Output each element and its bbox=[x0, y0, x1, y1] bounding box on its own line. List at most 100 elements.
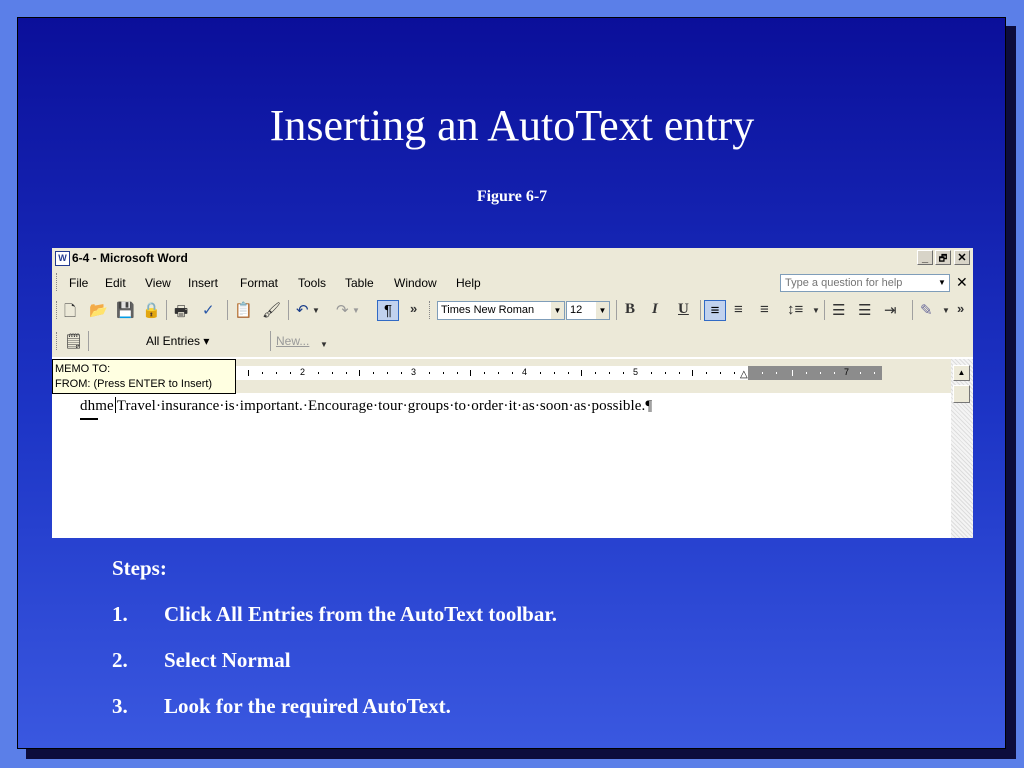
ruler-dot bbox=[623, 372, 624, 374]
autotext-toolbar: 🗒 All Entries ▾ New... ▼ bbox=[52, 326, 973, 357]
horizontal-ruler[interactable]: 2 3 4 5 7 bbox=[236, 366, 882, 380]
toolbar-grip[interactable] bbox=[429, 301, 433, 319]
ruler-dot bbox=[860, 372, 861, 374]
line-spacing-icon[interactable]: ↕≡ bbox=[787, 301, 803, 318]
ruler-dot bbox=[806, 372, 807, 374]
chevron-down-icon[interactable]: ▼ bbox=[935, 275, 949, 291]
justify-icon[interactable]: ≡ bbox=[760, 301, 769, 318]
ruler-dot bbox=[820, 372, 821, 374]
ruler-dot bbox=[609, 372, 610, 374]
separator bbox=[912, 300, 913, 320]
ruler-dot bbox=[457, 372, 458, 374]
all-entries-button[interactable]: All Entries ▾ bbox=[146, 334, 209, 348]
undo-icon[interactable]: ↶ bbox=[296, 301, 309, 319]
close-document-button[interactable]: ✕ bbox=[956, 274, 968, 291]
menu-bar: File Edit View Insert Format Tools Table… bbox=[52, 269, 973, 295]
new-document-icon[interactable]: 🗋 bbox=[64, 301, 76, 326]
toolbar-grip[interactable] bbox=[56, 332, 60, 350]
vertical-scrollbar[interactable]: ▲ bbox=[951, 359, 973, 538]
menu-table[interactable]: Table bbox=[345, 276, 374, 290]
ruler-dot bbox=[595, 372, 596, 374]
word-window: W 6-4 - Microsoft Word _ 🗗 ✕ File Edit V… bbox=[52, 248, 973, 538]
document-area[interactable]: dhme Travel·insurance·is·important.·Encou… bbox=[52, 394, 951, 538]
bold-button[interactable]: B bbox=[625, 301, 635, 318]
ruler-dot bbox=[762, 372, 763, 374]
redo-icon[interactable]: ↷ bbox=[336, 301, 349, 319]
steps-heading: Steps: bbox=[112, 556, 167, 580]
menu-tools[interactable]: Tools bbox=[298, 276, 326, 290]
document-text: Travel·insurance·is·important.·Encourage… bbox=[116, 398, 653, 414]
slide-title: Inserting an AutoText entry bbox=[269, 101, 755, 150]
menu-format[interactable]: Format bbox=[240, 276, 278, 290]
increase-indent-icon[interactable]: ⇥ bbox=[884, 301, 897, 319]
chevron-down-icon[interactable]: ▼ bbox=[320, 340, 328, 349]
chevron-down-icon[interactable]: ▼ bbox=[596, 302, 609, 319]
print-icon[interactable]: 🖶 bbox=[174, 301, 188, 326]
menu-grip[interactable] bbox=[56, 273, 60, 291]
ruler-label: 4 bbox=[522, 367, 528, 377]
scroll-thumb[interactable] bbox=[953, 385, 970, 403]
minimize-button[interactable]: _ bbox=[917, 250, 933, 265]
text-cursor bbox=[114, 397, 116, 413]
close-window-button[interactable]: ✕ bbox=[954, 250, 970, 265]
ruler-dot bbox=[776, 372, 777, 374]
ask-question-box[interactable]: ▼ bbox=[780, 274, 950, 292]
step-number: 2. bbox=[112, 648, 128, 672]
tooltip-line-2: FROM: (Press ENTER to Insert) bbox=[55, 378, 213, 390]
numbering-icon[interactable]: ☰ bbox=[832, 301, 845, 319]
help-search-input[interactable] bbox=[781, 275, 935, 291]
word-app-icon[interactable]: W bbox=[55, 251, 70, 266]
font-name-dropdown[interactable]: Times New Roman ▼ bbox=[437, 301, 565, 320]
chevron-down-icon[interactable]: ▼ bbox=[812, 306, 820, 315]
right-indent-marker-icon[interactable]: △ bbox=[740, 369, 748, 380]
menu-insert[interactable]: Insert bbox=[188, 276, 218, 290]
show-hide-marks-button[interactable]: ¶ bbox=[377, 300, 399, 321]
ruler-dot bbox=[332, 372, 333, 374]
open-folder-icon[interactable]: 📂 bbox=[89, 301, 108, 319]
highlight-icon[interactable]: ✎ bbox=[920, 301, 933, 319]
window-titlebar[interactable]: W 6-4 - Microsoft Word _ 🗗 ✕ bbox=[52, 248, 973, 269]
new-autotext-button[interactable]: New... bbox=[276, 334, 309, 348]
format-painter-icon[interactable]: 🖌 bbox=[262, 301, 281, 319]
menu-edit[interactable]: Edit bbox=[105, 276, 126, 290]
ruler-dot bbox=[512, 372, 513, 374]
permission-icon[interactable]: 🔒 bbox=[142, 301, 161, 319]
paste-icon[interactable]: 📋 bbox=[234, 301, 253, 319]
menu-view[interactable]: View bbox=[145, 276, 171, 290]
ruler-area: 2 3 4 5 7 △ bbox=[236, 359, 951, 393]
ruler-dot bbox=[290, 372, 291, 374]
autotext-icon[interactable]: 🗒 bbox=[64, 332, 83, 350]
toolbar-options-icon[interactable]: » bbox=[957, 301, 964, 316]
chevron-down-icon[interactable]: ▼ bbox=[312, 306, 320, 315]
bullets-icon[interactable]: ☰ bbox=[858, 301, 871, 319]
menu-file[interactable]: File bbox=[69, 276, 88, 290]
toolbar-options-icon[interactable]: » bbox=[410, 301, 417, 316]
toolbar-grip[interactable] bbox=[56, 301, 60, 319]
scroll-up-icon[interactable]: ▲ bbox=[953, 365, 970, 381]
separator bbox=[824, 300, 825, 320]
ruler-dot bbox=[874, 372, 875, 374]
save-icon[interactable]: 💾 bbox=[116, 301, 135, 319]
chevron-down-icon[interactable]: ▼ bbox=[352, 306, 360, 315]
menu-window[interactable]: Window bbox=[394, 276, 437, 290]
ruler-dot bbox=[498, 372, 499, 374]
autocomplete-underline bbox=[80, 418, 98, 420]
align-left-icon[interactable]: ≡ bbox=[704, 300, 726, 321]
standard-toolbar: 🗋 📂 💾 🔒 🖶 ✓ 📋 🖌 ↶ ▼ ↷ ▼ ¶ » Times New Ro… bbox=[52, 295, 973, 326]
ruler-tick bbox=[359, 370, 360, 376]
underline-button[interactable]: U bbox=[678, 301, 689, 318]
italic-button[interactable]: I bbox=[652, 301, 658, 318]
separator bbox=[288, 300, 289, 320]
ruler-dot bbox=[429, 372, 430, 374]
ruler-dot bbox=[262, 372, 263, 374]
separator bbox=[166, 300, 167, 320]
font-size-dropdown[interactable]: 12 ▼ bbox=[566, 301, 610, 320]
restore-button[interactable]: 🗗 bbox=[935, 250, 951, 265]
align-center-icon[interactable]: ≡ bbox=[734, 301, 743, 318]
ruler-tick bbox=[470, 370, 471, 376]
spelling-check-icon[interactable]: ✓ bbox=[202, 301, 215, 319]
separator bbox=[700, 300, 701, 320]
menu-help[interactable]: Help bbox=[456, 276, 481, 290]
chevron-down-icon[interactable]: ▼ bbox=[551, 302, 564, 319]
chevron-down-icon[interactable]: ▼ bbox=[942, 306, 950, 315]
